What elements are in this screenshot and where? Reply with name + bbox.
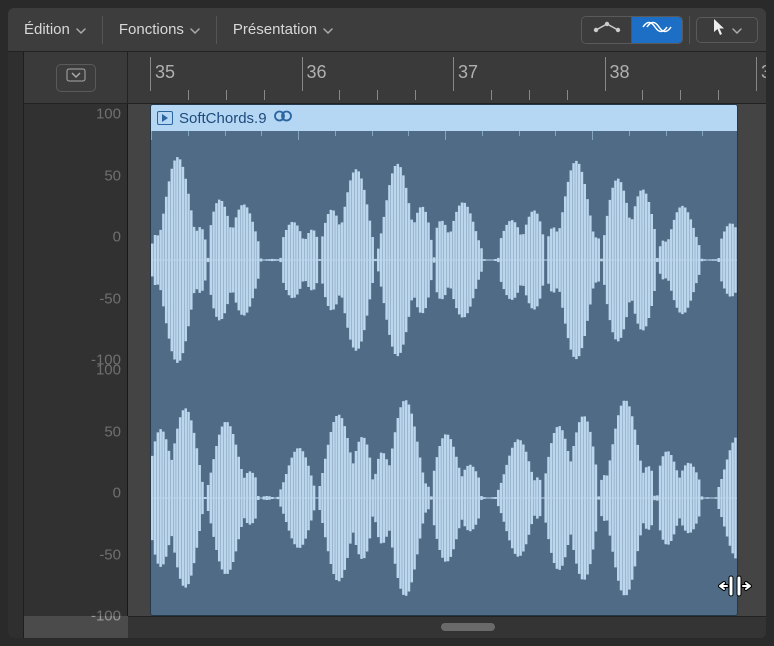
ruler-number: 36	[307, 62, 327, 83]
ruler-tick	[453, 57, 454, 91]
ruler-number: 35	[155, 62, 175, 83]
dropdown-icon	[66, 68, 86, 87]
waveform-canvas[interactable]: SoftChords.9	[128, 104, 766, 616]
waveform-channel-right	[151, 379, 737, 616]
pointer-icon	[712, 18, 726, 41]
pointer-tool-select[interactable]	[696, 17, 758, 43]
scale-label: 100	[96, 106, 121, 123]
chevron-down-icon	[76, 21, 86, 38]
ruler-number: 37	[458, 62, 478, 83]
ruler-tick	[605, 57, 606, 91]
ruler-minor-tick	[491, 90, 492, 100]
ruler-minor-tick	[377, 90, 378, 100]
functions-menu-label: Fonctions	[119, 21, 184, 38]
scale-label: -100	[91, 608, 121, 625]
loop-icon	[273, 109, 293, 127]
view-mode-toggle	[581, 16, 683, 44]
play-icon	[157, 111, 173, 125]
audio-editor-window: Édition Fonctions Présentation	[8, 8, 766, 638]
corner-box	[24, 52, 128, 104]
ruler-tick	[150, 57, 151, 91]
ruler-tick	[302, 57, 303, 91]
region-subticks	[151, 131, 737, 141]
view-menu[interactable]: Présentation	[223, 16, 343, 43]
scale-label: 0	[113, 229, 121, 246]
region-name: SoftChords.9	[179, 110, 267, 127]
ruler-minor-tick	[226, 90, 227, 100]
toolbar: Édition Fonctions Présentation	[8, 8, 766, 52]
view-menu-label: Présentation	[233, 21, 317, 38]
catch-menu-button[interactable]	[56, 64, 96, 92]
ruler-minor-tick	[680, 90, 681, 100]
ruler-number: 38	[610, 62, 630, 83]
editor-content: 3536373839 100500-50-100100500-50-100 So…	[8, 52, 766, 638]
automation-icon	[592, 20, 622, 39]
ruler-minor-tick	[188, 90, 189, 100]
scale-label: 50	[104, 423, 121, 440]
ruler-minor-tick	[415, 90, 416, 100]
flex-icon	[641, 19, 673, 40]
region-header[interactable]: SoftChords.9	[151, 105, 737, 131]
divider	[689, 16, 690, 44]
horizontal-scrollbar[interactable]	[128, 616, 766, 638]
waveform-channel-left	[151, 141, 737, 379]
divider	[216, 16, 217, 44]
left-gutter	[8, 52, 24, 638]
functions-menu[interactable]: Fonctions	[109, 16, 210, 43]
ruler-minor-tick	[339, 90, 340, 100]
edit-menu[interactable]: Édition	[14, 16, 96, 43]
edit-menu-label: Édition	[24, 21, 70, 38]
ruler-minor-tick	[529, 90, 530, 100]
ruler-minor-tick	[264, 90, 265, 100]
scale-label: 50	[104, 167, 121, 184]
scrollbar-thumb[interactable]	[441, 623, 495, 631]
ruler-minor-tick	[718, 90, 719, 100]
ruler-tick	[756, 57, 757, 91]
ruler-minor-tick	[567, 90, 568, 100]
automation-mode-button[interactable]	[582, 17, 632, 43]
main-area: 3536373839 100500-50-100100500-50-100 So…	[24, 52, 766, 638]
scale-label: -50	[99, 546, 121, 563]
chevron-down-icon	[190, 21, 200, 38]
scale-label: 100	[96, 362, 121, 379]
ruler-minor-tick	[642, 90, 643, 100]
audio-region[interactable]: SoftChords.9	[150, 104, 738, 616]
scale-label: 0	[113, 485, 121, 502]
chevron-down-icon	[732, 21, 742, 39]
scale-label: -50	[99, 290, 121, 307]
ruler-number: 39	[761, 62, 766, 83]
divider	[102, 16, 103, 44]
flex-mode-button[interactable]	[632, 17, 682, 43]
amplitude-scale: 100500-50-100100500-50-100	[24, 104, 128, 616]
chevron-down-icon	[323, 21, 333, 38]
time-ruler[interactable]: 35 36 37 38 39	[128, 52, 766, 104]
